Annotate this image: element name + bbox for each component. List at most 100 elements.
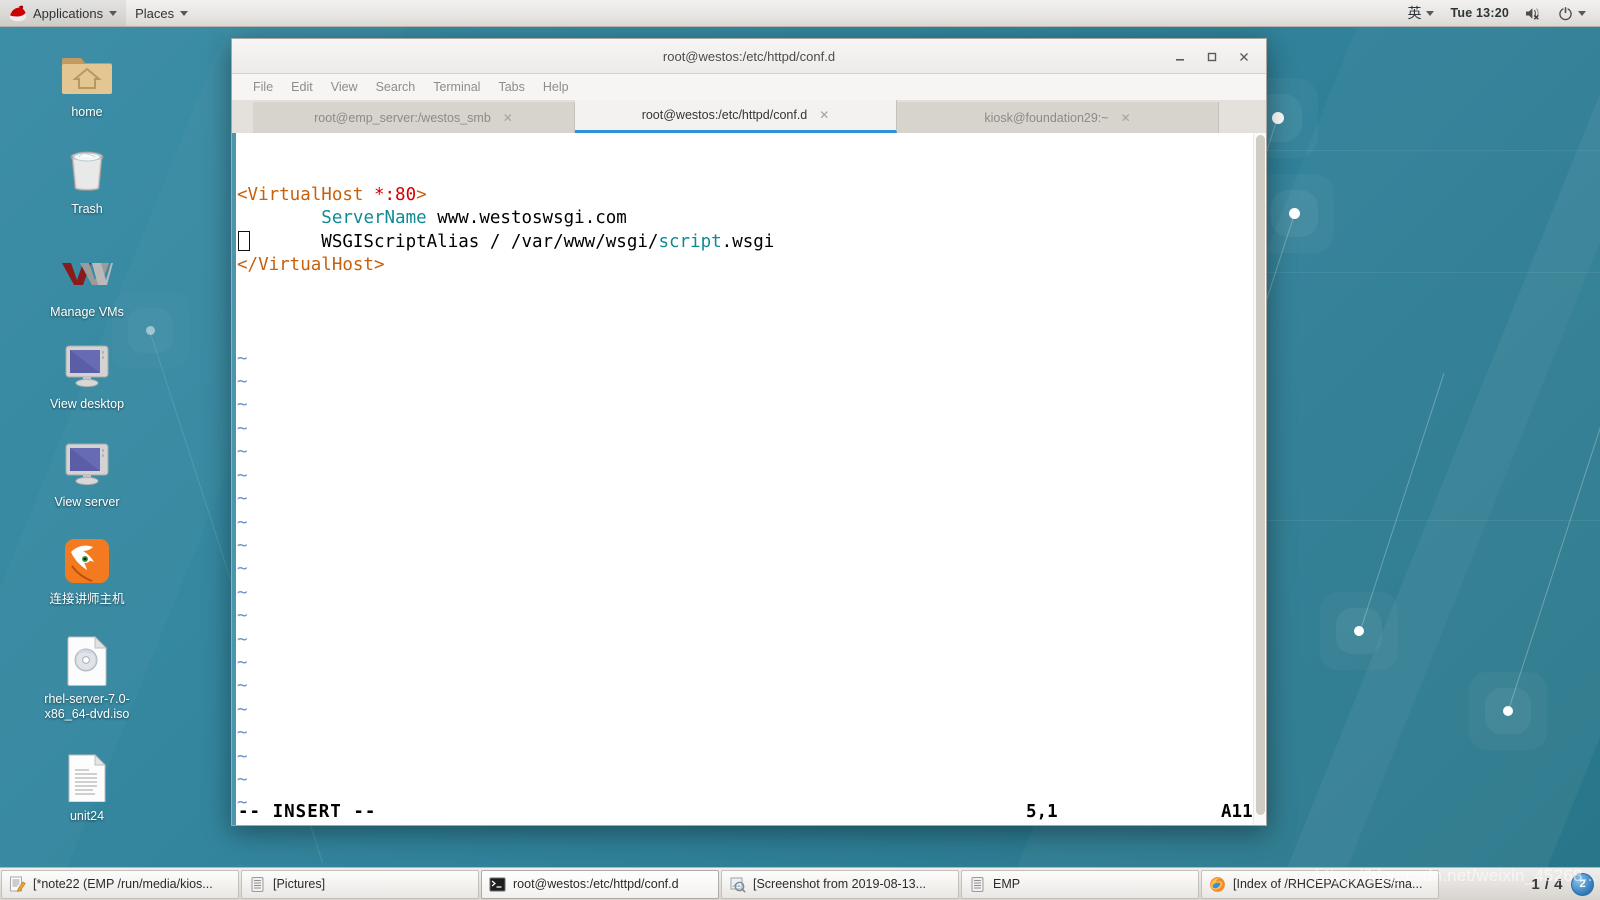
file-manager-icon	[969, 876, 986, 893]
text-document-icon	[61, 752, 113, 804]
terminal-tab-westos-confd[interactable]: root@westos:/etc/httpd/conf.d ✕	[575, 100, 897, 133]
file-manager-icon	[249, 876, 266, 893]
desktop-icon-unit24[interactable]: unit24	[29, 752, 145, 824]
taskbar-button-terminal[interactable]: root@westos:/etc/httpd/conf.d	[481, 869, 719, 899]
workspace-switcher[interactable]: 1 / 4 2	[1531, 868, 1600, 900]
volume-muted-icon[interactable]	[1517, 0, 1550, 26]
menu-item-file[interactable]: File	[245, 78, 281, 96]
window-title: root@westos:/etc/httpd/conf.d	[662, 48, 836, 64]
taskbar-button-pictures[interactable]: [Pictures]	[241, 869, 479, 899]
wallpaper-dot	[1272, 112, 1284, 124]
taskbar-button-label: root@westos:/etc/httpd/conf.d	[513, 877, 679, 891]
vim-tilde: ~	[237, 442, 248, 463]
terminal-tab-bar: root@emp_server:/westos_smb ✕ root@westo…	[232, 100, 1266, 133]
terminal-scrollbar[interactable]	[1253, 133, 1266, 825]
firefox-icon	[1209, 876, 1226, 893]
chevron-down-icon	[1578, 10, 1586, 16]
workspace-count-label: 1 / 4	[1531, 875, 1563, 893]
tab-close-icon[interactable]: ✕	[1121, 111, 1131, 125]
taskbar-button-label: [Pictures]	[273, 877, 326, 891]
system-menu[interactable]	[1550, 0, 1594, 26]
window-titlebar[interactable]: root@westos:/etc/httpd/conf.d	[232, 39, 1266, 74]
top-panel-right: 英 Tue 13:20	[1399, 0, 1600, 26]
maximize-button[interactable]	[1198, 44, 1226, 70]
terminal-window[interactable]: root@westos:/etc/httpd/conf.d File Edit …	[231, 38, 1267, 826]
tab-label: root@emp_server:/westos_smb	[314, 110, 491, 125]
wallpaper-dot	[1289, 208, 1300, 219]
tab-label: kiosk@foundation29:~	[984, 110, 1109, 125]
taskbar-button-screenshot[interactable]: [Screenshot from 2019-08-13...	[721, 869, 959, 899]
clock-label: Tue 13:20	[1450, 6, 1509, 20]
desktop-icon-label: 连接讲师主机	[49, 592, 125, 606]
menu-item-help[interactable]: Help	[535, 78, 577, 96]
desktop-icon-label: View server	[54, 495, 120, 509]
vim-mode-indicator: -- INSERT --	[238, 801, 377, 822]
taskbar-button-firefox[interactable]: [Index of /RHCEPACKAGES/ma...	[1201, 869, 1439, 899]
vim-editor-buffer[interactable]: <VirtualHost *:80> ServerName www.westos…	[236, 133, 1253, 825]
places-menu[interactable]: Places	[126, 0, 197, 26]
vim-tilde: ~	[237, 395, 248, 416]
applications-menu-label: Applications	[33, 5, 104, 21]
terminal-tab-kiosk-foundation29[interactable]: kiosk@foundation29:~ ✕	[897, 102, 1219, 133]
close-button[interactable]	[1230, 44, 1258, 70]
trash-icon	[61, 145, 113, 197]
desktop-icon-label: Manage VMs	[50, 305, 124, 319]
menu-item-terminal[interactable]: Terminal	[425, 78, 488, 96]
scrollbar-thumb[interactable]	[1256, 135, 1265, 815]
vim-tilde: ~	[237, 348, 248, 369]
vim-status-line: -- INSERT -- 5,1 A11	[236, 801, 1253, 824]
vim-cursor-position: 5,1	[1026, 801, 1058, 822]
input-method-indicator[interactable]: 英	[1399, 0, 1442, 26]
desktop-icon-label: rhel-server-7.0-x86_64-dvd.iso	[44, 692, 130, 721]
vim-scroll-percent: A11	[1221, 801, 1253, 822]
taskbar-button-label: [Index of /RHCEPACKAGES/ma...	[1233, 877, 1423, 891]
vim-text-lines: <VirtualHost *:80> ServerName www.westos…	[236, 184, 1253, 278]
desktop-icon-view-server[interactable]: View server	[29, 438, 145, 510]
desktop-icon-manage-vms[interactable]: Manage VMs	[29, 248, 145, 320]
menu-item-search[interactable]: Search	[368, 78, 424, 96]
taskbar-button-note22[interactable]: [*note22 (EMP /run/media/kios...	[1, 869, 239, 899]
tab-label: root@westos:/etc/httpd/conf.d	[641, 108, 808, 122]
desktop-icon-label: View desktop	[49, 397, 125, 411]
desktop-icon-rhel-iso[interactable]: rhel-server-7.0-x86_64-dvd.iso	[29, 635, 145, 722]
top-panel: Applications Places 英 Tue 13:20	[0, 0, 1600, 27]
desktop-icon-label: unit24	[69, 809, 105, 823]
vim-line: <VirtualHost *:80>	[237, 184, 427, 205]
folder-home-icon	[61, 48, 113, 100]
desktop-icon-view-desktop[interactable]: View desktop	[29, 340, 145, 412]
chevron-down-icon	[180, 10, 189, 16]
gedit-icon	[9, 876, 26, 893]
terminal-tab-emp-server[interactable]: root@emp_server:/westos_smb ✕	[253, 102, 575, 133]
tab-close-icon[interactable]: ✕	[819, 108, 829, 122]
applications-menu[interactable]: Applications	[0, 0, 127, 26]
vim-tilde: ~	[237, 512, 248, 533]
vim-tilde: ~	[237, 606, 248, 627]
desktop-icon-connect-instructor[interactable]: 连接讲师主机	[29, 535, 145, 607]
workspace-orb[interactable]: 2	[1571, 872, 1594, 896]
terminal-body[interactable]: <VirtualHost *:80> ServerName www.westos…	[232, 133, 1266, 825]
taskbar: [*note22 (EMP /run/media/kios... [Pictur…	[0, 867, 1600, 900]
desktop-icon-trash[interactable]: Trash	[29, 145, 145, 217]
wallpaper-dot	[1354, 626, 1364, 636]
vim-tilde: ~	[237, 489, 248, 510]
taskbar-button-emp[interactable]: EMP	[961, 869, 1199, 899]
window-controls	[1166, 39, 1258, 74]
clock[interactable]: Tue 13:20	[1442, 0, 1517, 26]
minimize-button[interactable]	[1166, 44, 1194, 70]
terminal-icon	[489, 876, 506, 893]
vim-tilde: ~	[237, 372, 248, 393]
vim-line: WSGIScriptAlias / /var/www/wsgi/script.w…	[237, 231, 775, 252]
vim-line: </VirtualHost>	[237, 255, 385, 276]
menu-item-edit[interactable]: Edit	[283, 78, 321, 96]
vim-tilde: ~	[237, 465, 248, 486]
menu-bar: File Edit View Search Terminal Tabs Help	[232, 74, 1266, 100]
tab-close-icon[interactable]: ✕	[503, 111, 513, 125]
desktop-icon-home[interactable]: home	[29, 48, 145, 120]
vim-tilde: ~	[237, 582, 248, 603]
menu-item-tabs[interactable]: Tabs	[490, 78, 532, 96]
image-viewer-icon	[729, 876, 746, 893]
vmware-icon	[61, 248, 113, 300]
menu-item-view[interactable]: View	[323, 78, 366, 96]
wallpaper-dot	[146, 326, 155, 335]
vim-tilde: ~	[237, 723, 248, 744]
